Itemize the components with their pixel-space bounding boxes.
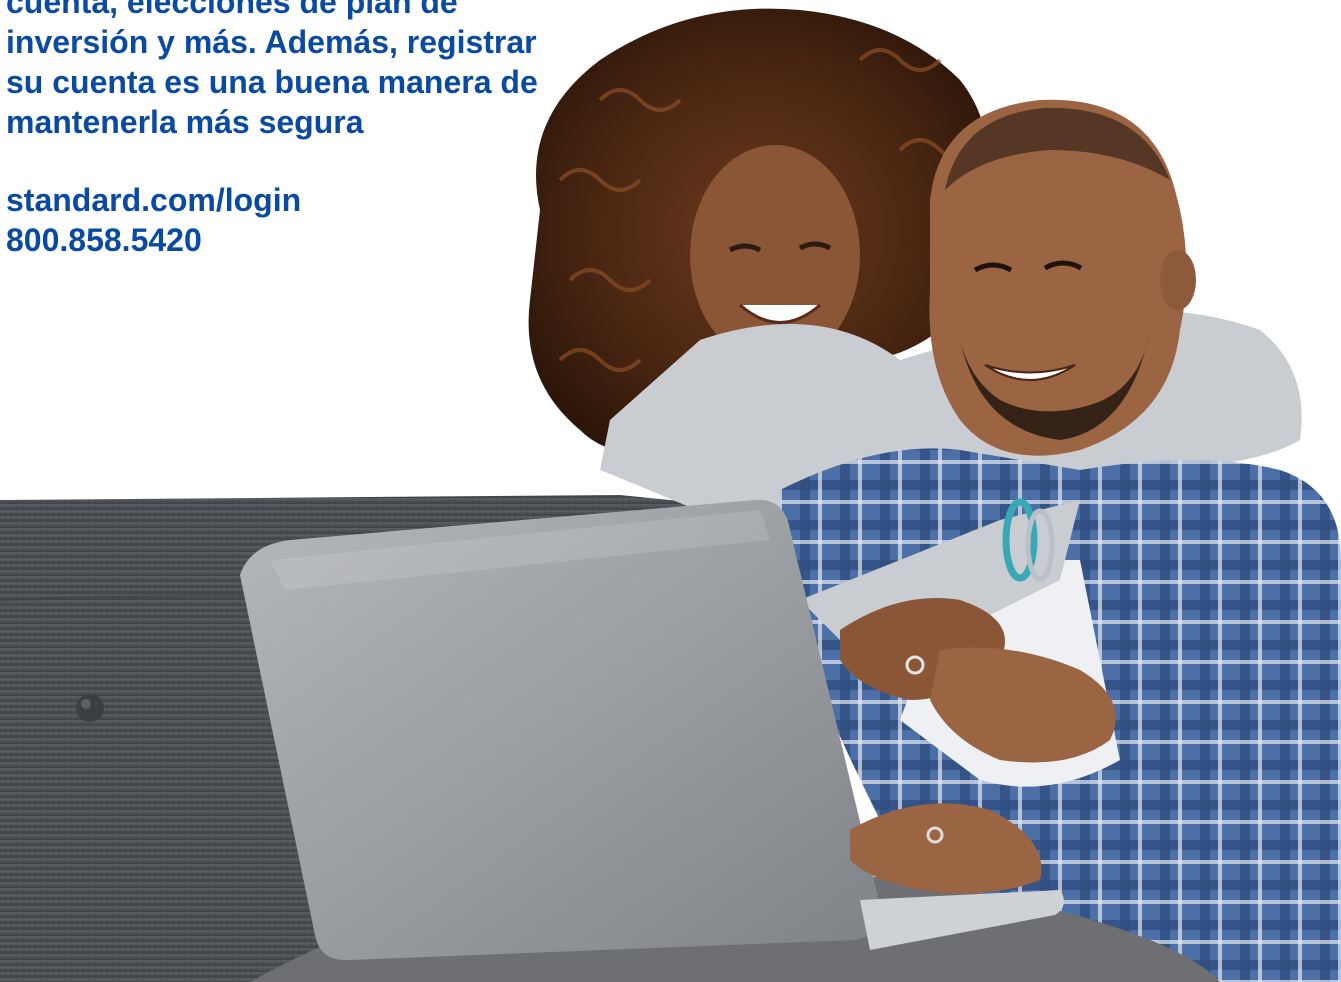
promo-copy: cuenta, elecciones de plan de inversión … — [6, 0, 606, 260]
promo-line-3: su cuenta es una buena manera de — [6, 64, 538, 100]
phone-link[interactable]: 800.858.5420 — [6, 222, 202, 258]
promo-line-2: inversión y más. Además, registrar — [6, 24, 537, 60]
promo-page: cuenta, elecciones de plan de inversión … — [0, 0, 1341, 982]
promo-line-4: mantenerla más segura — [6, 104, 364, 140]
sofa-button — [76, 694, 104, 722]
website-link[interactable]: standard.com/login — [6, 182, 301, 218]
contact-block: standard.com/login 800.858.5420 — [6, 180, 606, 260]
promo-line-1: cuenta, elecciones de plan de — [6, 0, 458, 20]
promo-body-text: cuenta, elecciones de plan de inversión … — [6, 0, 606, 142]
